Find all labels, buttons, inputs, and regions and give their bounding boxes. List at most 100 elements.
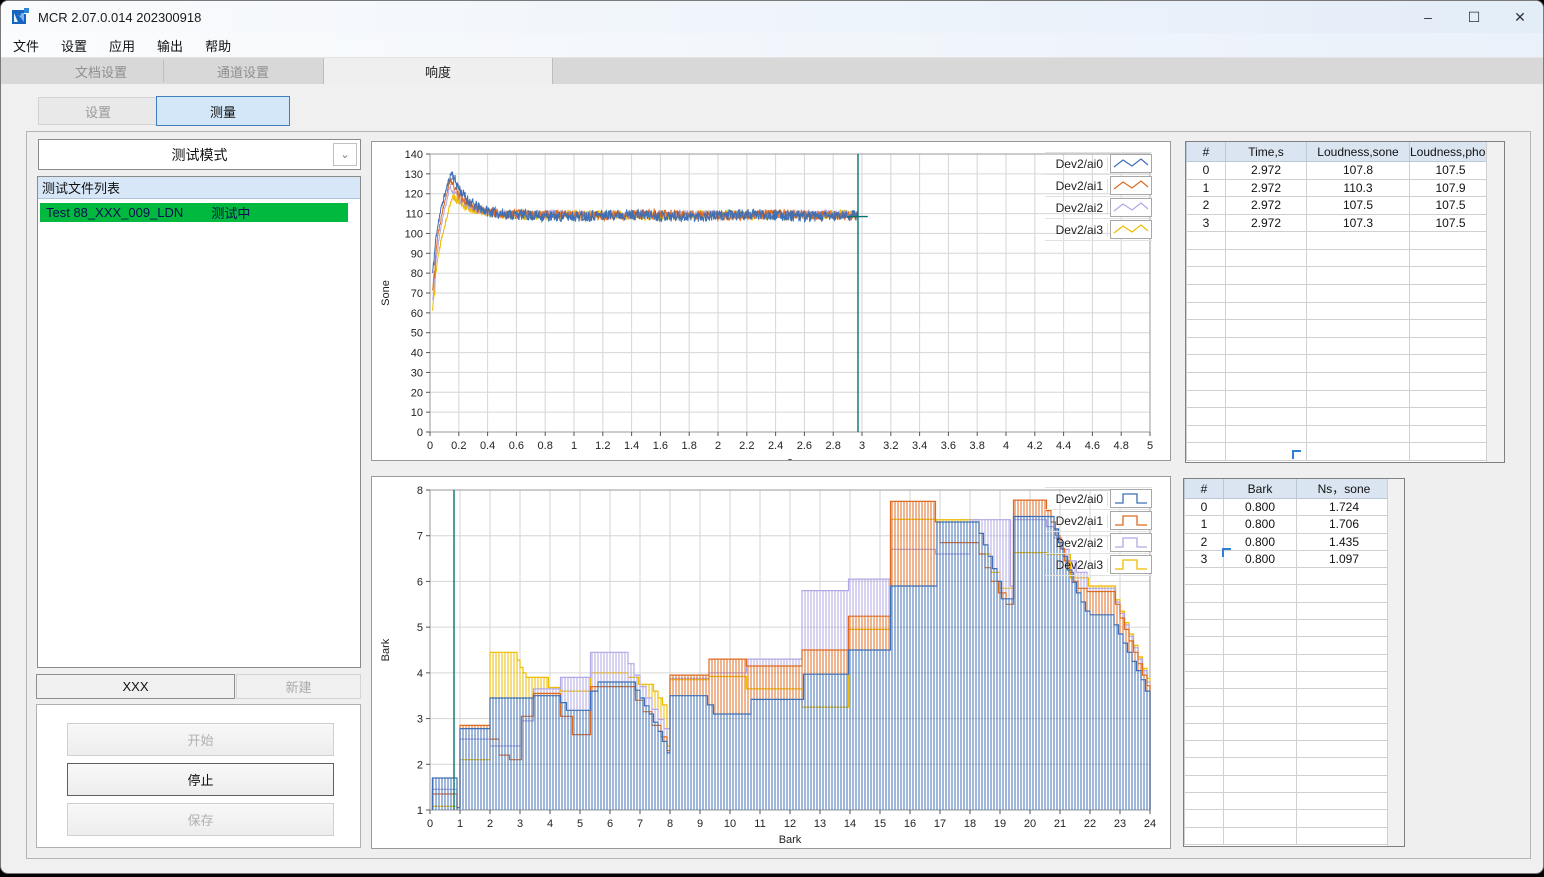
subtab-measure-button[interactable]: 测量 (156, 96, 290, 126)
test-file-list-header: 测试文件列表 (38, 177, 360, 199)
svg-text:0.2: 0.2 (451, 440, 466, 452)
xxx-button[interactable]: XXX (36, 674, 235, 699)
table-row[interactable] (1186, 301, 1492, 321)
table-cell (1409, 319, 1492, 338)
table-row[interactable] (1186, 407, 1492, 426)
svg-text:4: 4 (417, 668, 423, 680)
table-row[interactable] (1186, 231, 1492, 250)
save-button[interactable]: 保存 (67, 803, 334, 836)
table-cell: 107.3 (1306, 213, 1410, 233)
maximize-button[interactable]: ☐ (1451, 1, 1497, 33)
table-scrollbar-track[interactable] (1387, 479, 1404, 846)
svg-text:5: 5 (577, 818, 583, 830)
table-row[interactable]: 0 0.800 1.724 (1184, 497, 1392, 517)
table-cell (1306, 424, 1410, 444)
svg-text:4: 4 (1003, 440, 1009, 452)
table-row[interactable] (1184, 601, 1392, 621)
table-row[interactable] (1186, 266, 1492, 286)
legend-row: Dev2/ai1 (1045, 175, 1152, 197)
tab-document-settings[interactable]: 文档设置 (39, 58, 163, 84)
svg-text:70: 70 (411, 288, 423, 300)
table-cell (1223, 670, 1297, 690)
table-row[interactable] (1186, 336, 1492, 356)
svg-text:0.4: 0.4 (480, 440, 495, 452)
tab-channel-settings[interactable]: 通道设置 (163, 58, 323, 84)
table-cell (1186, 354, 1226, 373)
table-row[interactable] (1184, 722, 1392, 742)
test-mode-select[interactable]: 测试模式 ⌄ (38, 139, 361, 170)
table-cell (1296, 705, 1392, 724)
table-row[interactable]: 0 2.972 107.8 107.5 (1186, 161, 1492, 180)
table-row[interactable] (1186, 389, 1492, 409)
menu-file[interactable]: 文件 (3, 34, 49, 57)
table-cell (1223, 653, 1297, 672)
table-row[interactable] (1184, 809, 1392, 828)
table-row[interactable] (1186, 424, 1492, 444)
table-row[interactable] (1184, 705, 1392, 724)
table-row[interactable] (1186, 284, 1492, 303)
table-cell (1184, 826, 1224, 845)
table-row[interactable]: 1 0.800 1.706 (1184, 515, 1392, 534)
start-button[interactable]: 开始 (67, 723, 334, 756)
table-row[interactable]: 1 2.972 110.3 107.9 (1186, 178, 1492, 198)
table-row[interactable] (1184, 653, 1392, 672)
svg-text:24: 24 (1144, 818, 1156, 830)
svg-text:9: 9 (697, 818, 703, 830)
minimize-button[interactable]: – (1405, 1, 1451, 33)
svg-text:11: 11 (754, 818, 765, 830)
table-row[interactable]: 2 2.972 107.5 107.5 (1186, 196, 1492, 215)
menu-apply[interactable]: 应用 (99, 34, 145, 57)
table-row[interactable] (1184, 584, 1392, 603)
svg-text:14: 14 (844, 818, 856, 830)
close-button[interactable]: ✕ (1497, 1, 1543, 33)
table-row[interactable] (1186, 248, 1492, 268)
table-header-cell: Loudness,phon (1409, 142, 1492, 162)
test-file-list: 测试文件列表 Test 88_XXX_009_LDN 测试中 (37, 176, 361, 668)
loudness-time-chart-panel[interactable]: 0 0.2 0.4 0.6 0.8 1 1.2 1.4 1.6 1.8 2 2.2 2.4 2.6 2.8 3… (371, 141, 1171, 468)
table-row[interactable] (1186, 319, 1492, 338)
table-row[interactable] (1184, 636, 1392, 655)
table-row[interactable] (1184, 792, 1392, 811)
new-button[interactable]: 新建 (236, 674, 361, 699)
table-row[interactable] (1186, 354, 1492, 373)
svg-text:2: 2 (715, 440, 721, 452)
stop-button[interactable]: 停止 (67, 763, 334, 796)
table-row[interactable] (1184, 826, 1392, 845)
app-logo-icon (12, 8, 30, 26)
table-row[interactable] (1184, 567, 1392, 586)
tab-loudness[interactable]: 响度 (323, 58, 553, 84)
x-axis-label: Bark (779, 834, 802, 846)
menu-help[interactable]: 帮助 (195, 34, 241, 57)
bark-spectrum-chart-panel[interactable]: 0 1 2 3 4 5 6 7 8 9 10 11 12 13 14 15 16 17 18 19 20 21 22 23 24… (371, 476, 1171, 849)
x-axis-label: s (787, 456, 793, 460)
test-file-list-item[interactable]: Test 88_XXX_009_LDN 测试中 (40, 203, 348, 222)
table-row[interactable] (1186, 442, 1492, 461)
y-axis-label: Sone (380, 280, 392, 306)
svg-text:1.8: 1.8 (682, 440, 697, 452)
table-row[interactable] (1184, 774, 1392, 794)
table-row[interactable] (1184, 688, 1392, 707)
table-scrollbar-track[interactable] (1486, 142, 1504, 462)
table-row[interactable]: 3 0.800 1.097 (1184, 549, 1392, 569)
table-row[interactable]: 2 0.800 1.435 (1184, 532, 1392, 551)
legend-row: Dev2/ai0 (1045, 488, 1152, 510)
table-cell (1306, 407, 1410, 426)
table-row[interactable] (1184, 740, 1392, 759)
table-row[interactable] (1184, 670, 1392, 690)
table-row[interactable] (1186, 371, 1492, 391)
table-cell (1184, 670, 1224, 690)
menu-output[interactable]: 输出 (147, 34, 193, 57)
table-cell (1306, 266, 1410, 286)
table-row[interactable] (1184, 619, 1392, 638)
table-cell (1296, 688, 1392, 707)
subtab-settings-button[interactable]: 设置 (38, 97, 158, 125)
table-row[interactable]: 3 2.972 107.3 107.5 (1186, 213, 1492, 233)
svg-text:2: 2 (417, 759, 423, 771)
menu-settings[interactable]: 设置 (51, 34, 97, 57)
table-row[interactable] (1184, 757, 1392, 776)
table-cell (1223, 809, 1297, 828)
table-cell (1186, 301, 1226, 321)
table-cell (1186, 248, 1226, 268)
table-cell: 2.972 (1225, 213, 1307, 233)
svg-text:0: 0 (417, 427, 423, 439)
